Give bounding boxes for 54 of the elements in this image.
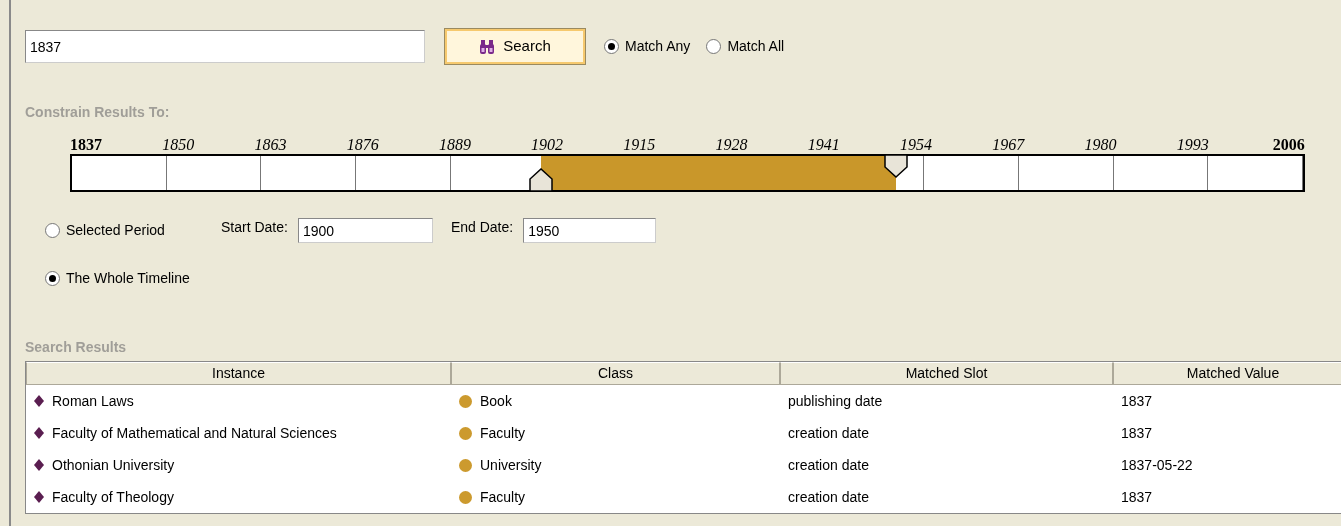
year-label: 1954: [899, 136, 933, 154]
year-label: 1876: [346, 136, 380, 154]
radio-button[interactable]: [706, 39, 722, 54]
column-header[interactable]: Instance: [26, 362, 451, 385]
date-field[interactable]: 1900: [297, 218, 433, 243]
year-label: 1980: [1084, 136, 1118, 154]
diamond-icon: [34, 459, 44, 471]
circle-icon: [459, 426, 472, 440]
class-name: Book: [480, 391, 512, 411]
class-name: University: [480, 455, 542, 475]
circle-icon: [459, 458, 472, 472]
year-label: 1902: [531, 136, 565, 154]
binoculars-icon: [479, 39, 496, 54]
section-heading: Constrain Results To:: [25, 103, 171, 122]
circle-icon: [459, 490, 472, 504]
radio-option[interactable]: Match Any: [604, 36, 691, 57]
radio-option[interactable]: Selected Period: [45, 220, 221, 241]
search-field[interactable]: 1837: [25, 30, 425, 63]
instance-name: Othonian University: [52, 455, 175, 475]
date-field[interactable]: 1950: [523, 218, 657, 243]
slider-handle[interactable]: [529, 168, 553, 192]
year-label: 1967: [992, 136, 1026, 154]
instance-name: Roman Laws: [52, 391, 134, 411]
year-label: 1863: [254, 136, 288, 154]
instance-name: Faculty of Mathematical and Natural Sciences: [52, 423, 337, 443]
year-label: 1941: [807, 136, 841, 154]
instance-name: Faculty of Theology: [52, 487, 174, 507]
section-heading: Search Results: [25, 338, 128, 357]
timeline-track[interactable]: [70, 154, 1305, 192]
radio-option[interactable]: Match All: [706, 36, 785, 57]
year-label: 1928: [715, 136, 749, 154]
radio-option[interactable]: The Whole Timeline: [45, 268, 190, 289]
year-label: 1837: [70, 136, 103, 154]
diamond-icon: [34, 427, 44, 439]
radio-button[interactable]: [45, 223, 60, 238]
radio-button[interactable]: [604, 39, 619, 54]
column-header[interactable]: Class: [451, 362, 780, 385]
circle-icon: [459, 394, 472, 408]
slider-handle[interactable]: [883, 154, 908, 178]
search-button[interactable]: Search: [444, 28, 586, 65]
year-label: 1850: [162, 136, 196, 154]
column-header[interactable]: Matched Slot: [780, 362, 1113, 385]
year-label: 1915: [623, 136, 657, 154]
year-label: 2006: [1271, 136, 1305, 154]
radio-button[interactable]: [45, 271, 60, 286]
year-label: 1993: [1176, 136, 1210, 154]
field-label: End Date:: [450, 218, 514, 237]
class-name: Faculty: [480, 487, 526, 507]
class-name: Faculty: [480, 423, 526, 443]
column-header[interactable]: Matched Value: [1113, 362, 1341, 385]
diamond-icon: [34, 491, 44, 503]
field-label: Start Date:: [221, 218, 288, 237]
diamond-icon: [34, 395, 44, 407]
year-label: 1889: [438, 136, 472, 154]
